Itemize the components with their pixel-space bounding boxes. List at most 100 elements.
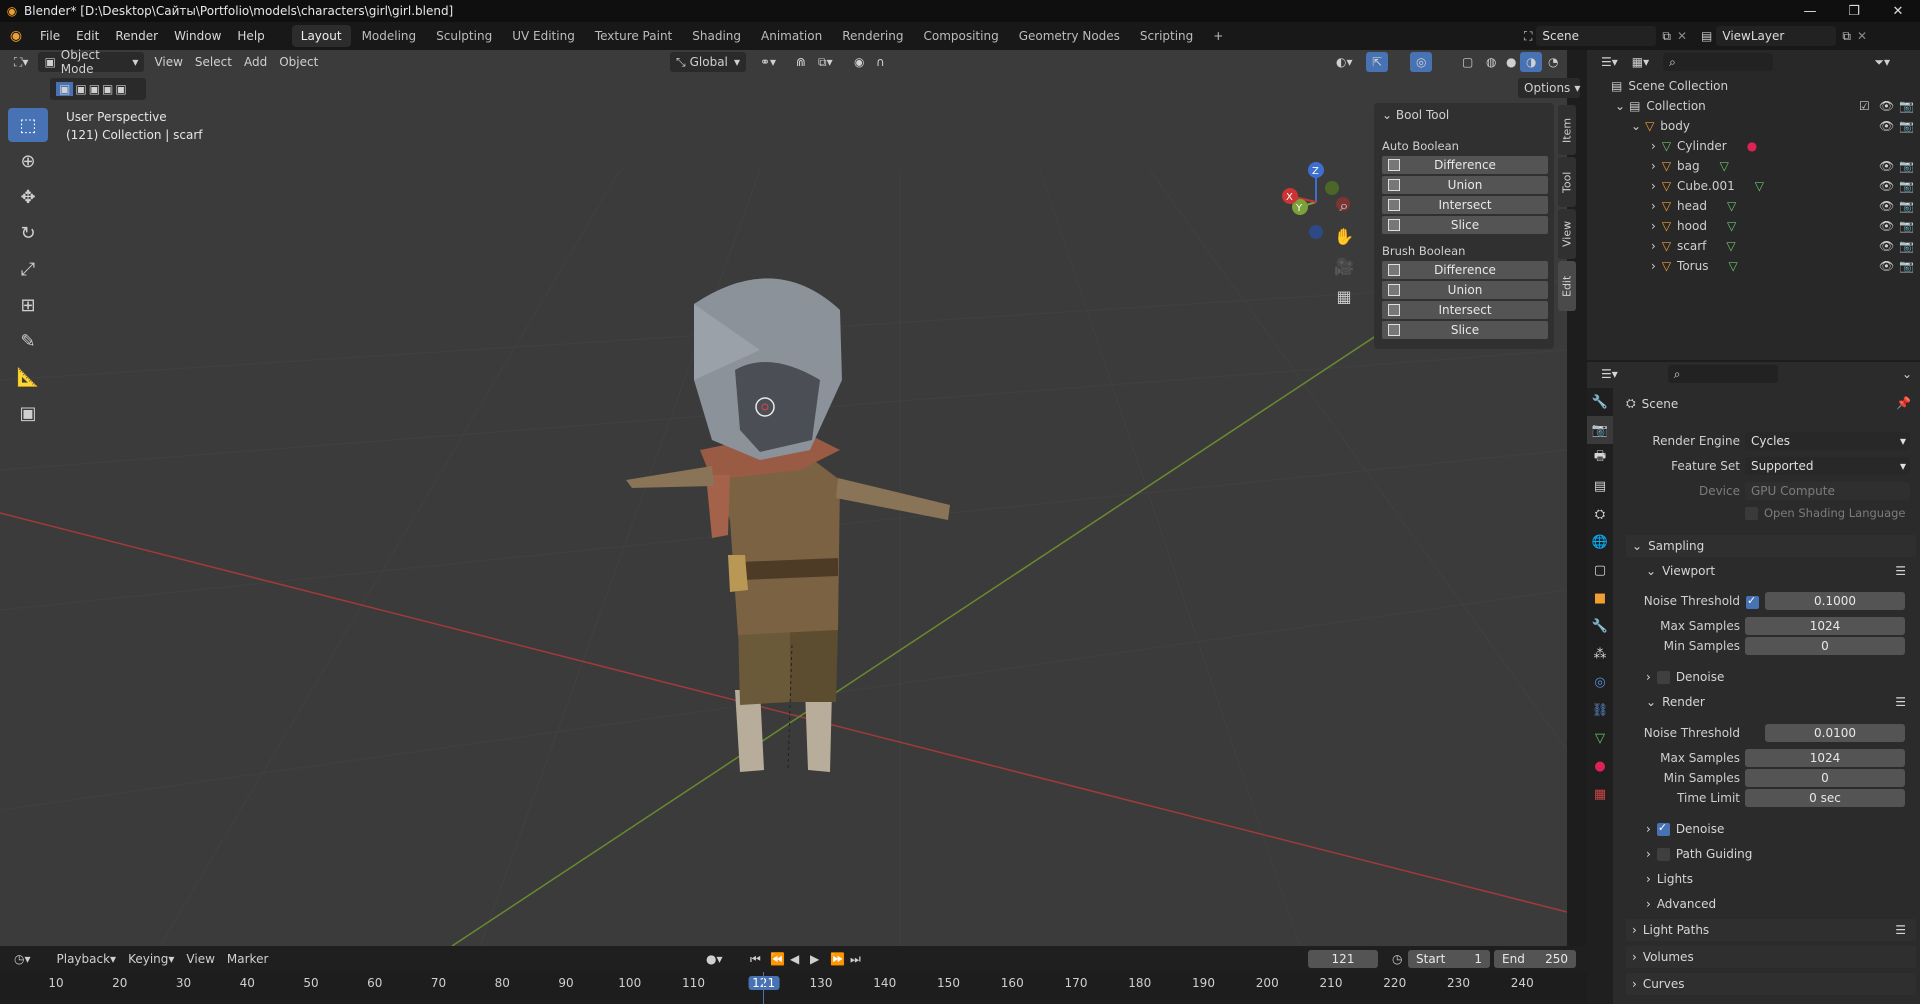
tab-uv-editing[interactable]: UV Editing	[503, 25, 584, 47]
viewport-noise-field[interactable]: 0.1000	[1765, 592, 1905, 610]
scene-selector[interactable]: Scene	[1536, 26, 1657, 46]
constraints-tab-icon[interactable]: ⛓	[1587, 696, 1613, 724]
tab-edit[interactable]: Edit	[1558, 261, 1576, 311]
select-subtract-icon[interactable]: ▣	[89, 82, 100, 96]
brush-intersect-button[interactable]: Intersect	[1382, 301, 1548, 319]
blender-menu-icon[interactable]: ◉	[0, 28, 32, 44]
material-tab-icon[interactable]: ●	[1587, 752, 1613, 780]
annotate-icon[interactable]: ✎	[8, 324, 48, 358]
menu-window[interactable]: Window	[166, 22, 229, 50]
eye-icon[interactable]: 👁	[1879, 259, 1894, 273]
menu-edit[interactable]: Edit	[68, 22, 107, 50]
eye-icon[interactable]: 👁	[1879, 159, 1894, 173]
remove-scene-icon[interactable]: ✕	[1677, 29, 1687, 43]
object-tab-icon[interactable]: ■	[1587, 584, 1613, 612]
body-row[interactable]: ⌄ ▽ body 👁 📷	[1587, 116, 1920, 136]
start-frame-field[interactable]: Start 1	[1408, 950, 1490, 968]
outliner-item-head[interactable]: › ▽ head ▽ 👁 📷	[1587, 196, 1920, 216]
outliner-item-cylinder[interactable]: › ▽ Cylinder ●	[1587, 136, 1920, 156]
add-workspace-button[interactable]: +	[1204, 25, 1232, 47]
display-mode-icon[interactable]: ▦▾	[1632, 55, 1649, 69]
auto-union-button[interactable]: Union	[1382, 176, 1548, 194]
menu-marker[interactable]: Marker	[221, 949, 274, 969]
tab-compositing[interactable]: Compositing	[914, 25, 1007, 47]
remove-viewlayer-icon[interactable]: ✕	[1857, 29, 1867, 43]
timeline-scrubber[interactable]: 1020304050607080901001101211301401501601…	[0, 972, 1587, 1004]
outliner-item-scarf[interactable]: › ▽ scarf ▽ 👁 📷	[1587, 236, 1920, 256]
auto-intersect-button[interactable]: Intersect	[1382, 196, 1548, 214]
feature-set-dropdown[interactable]: Supported ▾	[1745, 457, 1910, 475]
tab-tool[interactable]: Tool	[1558, 157, 1576, 207]
texture-tab-icon[interactable]: ▦	[1587, 780, 1613, 808]
physics-tab-icon[interactable]: ◎	[1587, 668, 1613, 696]
chevron-down-icon[interactable]: ⌄	[1902, 367, 1912, 381]
menu-view[interactable]: View	[148, 52, 188, 72]
viewport-min-samples-field[interactable]: 0	[1745, 637, 1905, 655]
rendered-shading-icon[interactable]: ◔	[1542, 52, 1564, 72]
render-noise-field[interactable]: 0.0100	[1765, 724, 1905, 742]
overlay-toggle-icon[interactable]: ◎	[1410, 52, 1433, 72]
tab-layout[interactable]: Layout	[291, 25, 351, 47]
auto-difference-button[interactable]: Difference	[1382, 156, 1548, 174]
play-icon[interactable]: ▶	[804, 949, 825, 969]
brush-difference-button[interactable]: Difference	[1382, 261, 1548, 279]
scene-icon[interactable]: ⛶	[1524, 29, 1532, 44]
new-viewlayer-icon[interactable]: ⧉	[1842, 29, 1851, 44]
presets-icon[interactable]: ☰	[1895, 695, 1906, 709]
measure-icon[interactable]: 📐	[8, 360, 48, 394]
menu-file[interactable]: File	[32, 22, 68, 50]
tab-item[interactable]: Item	[1558, 105, 1576, 155]
scene-tab-icon[interactable]: ⛭	[1587, 500, 1613, 528]
zoom-icon[interactable]: ⌕	[1330, 192, 1358, 220]
end-frame-field[interactable]: End 250	[1494, 950, 1576, 968]
keying-menu[interactable]: Keying ▾	[122, 949, 180, 969]
tab-view[interactable]: View	[1558, 209, 1576, 259]
viewport-max-samples-field[interactable]: 1024	[1745, 617, 1905, 635]
eye-icon[interactable]: 👁	[1879, 119, 1894, 133]
select-extend-icon[interactable]: ▣	[75, 82, 86, 96]
menu-select[interactable]: Select	[189, 52, 238, 72]
osl-checkbox[interactable]: Open Shading Language	[1745, 506, 1906, 520]
render-engine-dropdown[interactable]: Cycles ▾	[1745, 432, 1910, 450]
booltool-header[interactable]: ⌄ Bool Tool	[1382, 108, 1449, 122]
autokey-record-icon[interactable]: ●▾	[700, 949, 729, 969]
tab-animation[interactable]: Animation	[752, 25, 831, 47]
viewport-subpanel-header[interactable]: ⌄ Viewport ☰	[1626, 560, 1916, 582]
pivot-icon[interactable]: ⚭▾	[754, 52, 782, 72]
render-max-samples-field[interactable]: 1024	[1745, 749, 1905, 767]
cursor-icon[interactable]: ⊕	[8, 144, 48, 178]
falloff-icon[interactable]: ∩	[870, 52, 891, 72]
path-guiding-header[interactable]: › Path Guiding	[1626, 843, 1916, 865]
eye-icon[interactable]: 👁	[1879, 239, 1894, 253]
pin-icon[interactable]: 📌	[1896, 396, 1911, 410]
outliner-item-cube001[interactable]: › ▽ Cube.001 ▽ 👁 📷	[1587, 176, 1920, 196]
device-dropdown[interactable]: GPU Compute	[1745, 482, 1910, 500]
close-button[interactable]: ✕	[1876, 0, 1920, 22]
render-min-samples-field[interactable]: 0	[1745, 769, 1905, 787]
modifier-tab-icon[interactable]: 🔧	[1587, 612, 1613, 640]
menu-object[interactable]: Object	[273, 52, 324, 72]
new-scene-icon[interactable]: ⧉	[1662, 29, 1671, 44]
minimize-button[interactable]: —	[1788, 0, 1832, 22]
viewlayer-selector[interactable]: ViewLayer	[1716, 26, 1837, 46]
editor-type-icon[interactable]: ◷▾	[8, 949, 37, 969]
scale-icon[interactable]: ⤢	[8, 252, 48, 286]
tab-scripting[interactable]: Scripting	[1131, 25, 1202, 47]
particles-tab-icon[interactable]: ⁂	[1587, 640, 1613, 668]
object-mode-dropdown[interactable]: ▣ Object Mode ▾	[38, 48, 145, 76]
outliner-search-input[interactable]: ⌕	[1663, 53, 1774, 71]
volumes-panel-header[interactable]: › Volumes	[1626, 946, 1916, 968]
jump-end-icon[interactable]: ⏭	[844, 949, 867, 969]
auto-slice-button[interactable]: Slice	[1382, 216, 1548, 234]
camera-icon[interactable]: 📷	[1899, 99, 1914, 113]
properties-search-input[interactable]: ⌕	[1667, 365, 1778, 383]
brush-slice-button[interactable]: Slice	[1382, 321, 1548, 339]
current-frame-field[interactable]: 121	[1308, 950, 1378, 968]
viewlayer-icon[interactable]: ▤	[1701, 29, 1712, 43]
camera-view-icon[interactable]: 🎥	[1330, 252, 1358, 280]
gizmo-toggle-icon[interactable]: ⇱	[1366, 52, 1389, 72]
scene-collection-row[interactable]: ▤ Scene Collection	[1587, 76, 1920, 96]
xray-icon[interactable]: ▢	[1456, 52, 1479, 72]
ortho-grid-icon[interactable]: ▦	[1330, 282, 1358, 310]
checkbox-icon[interactable]: ☑	[1859, 99, 1870, 113]
